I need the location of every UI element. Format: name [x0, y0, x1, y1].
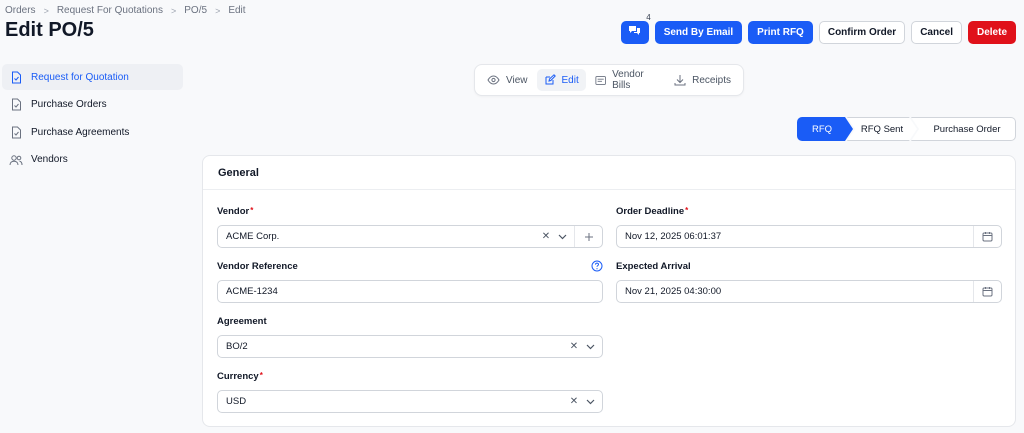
order-deadline-label: Order Deadline — [616, 206, 685, 217]
vendor-reference-label: Vendor Reference — [217, 261, 298, 272]
vendor-reference-value: ACME-1234 — [226, 286, 278, 297]
currency-value: USD — [226, 396, 247, 407]
order-deadline-value: Nov 12, 2025 06:01:37 — [625, 231, 722, 242]
stage-rfq-sent[interactable]: RFQ Sent — [847, 117, 917, 141]
print-rfq-button[interactable]: Print RFQ — [748, 21, 813, 44]
agreement-value: BO/2 — [226, 341, 248, 352]
delete-button[interactable]: Delete — [967, 21, 1016, 44]
sidebar-item-label: Purchase Agreements — [31, 126, 130, 138]
order-deadline-input[interactable]: Nov 12, 2025 06:01:37 — [616, 225, 1002, 248]
status-stages: RFQ RFQ Sent Purchase Order — [797, 117, 1016, 141]
breadcrumb: Orders > Request For Quotations > PO/5 >… — [5, 5, 246, 16]
vendor-reference-field: Vendor Reference ACME-1234 — [217, 260, 603, 303]
agreement-select[interactable]: BO/2 ✕ — [217, 335, 603, 358]
required-marker: * — [250, 206, 254, 215]
page-title: Edit PO/5 — [5, 19, 94, 41]
tab-receipts[interactable]: Receipts — [667, 69, 738, 91]
calendar-icon[interactable] — [973, 226, 1001, 247]
breadcrumb-current: Edit — [228, 5, 246, 16]
stage-purchase-order[interactable]: Purchase Order — [911, 117, 1016, 141]
sidebar-item-label: Request for Quotation — [31, 71, 129, 83]
chevron-down-icon[interactable] — [582, 399, 598, 405]
required-marker: * — [685, 206, 689, 215]
send-by-email-button[interactable]: Send By Email — [654, 21, 743, 44]
users-icon — [9, 153, 23, 167]
vendor-label: Vendor — [217, 206, 250, 217]
chevron-down-icon[interactable] — [582, 344, 598, 350]
chat-button[interactable]: 4 — [620, 13, 651, 44]
sidebar-item-purchase-agreements[interactable]: Purchase Agreements — [2, 119, 183, 145]
tab-label: Receipts — [692, 74, 731, 86]
sidebar: Request for Quotation Purchase Orders Pu… — [2, 64, 183, 174]
agreement-field: Agreement BO/2 ✕ — [217, 316, 603, 358]
header-actions: 4 Send By Email Print RFQ Confirm Order … — [620, 13, 1016, 44]
vendor-value: ACME Corp. — [226, 231, 280, 242]
confirm-order-button[interactable]: Confirm Order — [818, 21, 906, 44]
sidebar-item-request-for-quotation[interactable]: Request for Quotation — [2, 64, 183, 90]
help-icon[interactable] — [591, 260, 603, 275]
plus-icon — [584, 232, 593, 241]
tab-label: View — [506, 74, 528, 86]
chevron-right-icon: > — [171, 5, 177, 16]
chat-icon — [628, 25, 641, 40]
download-icon — [674, 75, 686, 86]
expected-arrival-label: Expected Arrival — [616, 261, 691, 272]
sidebar-item-label: Purchase Orders — [31, 99, 107, 110]
notification-count: 4 — [646, 13, 651, 22]
vendor-field: Vendor * ACME Corp. ✕ — [217, 206, 603, 248]
vendor-select[interactable]: ACME Corp. ✕ — [217, 225, 603, 248]
clear-icon[interactable]: ✕ — [566, 341, 582, 352]
section-title: General — [203, 156, 1015, 190]
edit-icon — [545, 74, 556, 85]
expected-arrival-input[interactable]: Nov 21, 2025 04:30:00 — [616, 280, 1002, 303]
sidebar-item-label: Vendors — [31, 154, 68, 165]
chevron-right-icon: > — [215, 5, 221, 16]
cancel-button[interactable]: Cancel — [911, 21, 962, 44]
document-icon — [9, 70, 23, 84]
document-icon — [9, 98, 23, 112]
currency-label: Currency — [217, 371, 259, 382]
order-deadline-field: Order Deadline * Nov 12, 2025 06:01:37 — [616, 206, 1002, 248]
clear-icon[interactable]: ✕ — [566, 396, 582, 407]
expected-arrival-value: Nov 21, 2025 04:30:00 — [625, 286, 722, 297]
tab-label: Vendor Bills — [612, 69, 644, 91]
add-vendor-button[interactable] — [574, 226, 602, 247]
chevron-right-icon: > — [43, 5, 49, 16]
general-section: General Vendor * ACME Corp. ✕ Order Deadl… — [202, 155, 1016, 427]
required-marker: * — [259, 371, 263, 380]
sidebar-item-purchase-orders[interactable]: Purchase Orders — [2, 92, 183, 118]
sidebar-item-vendors[interactable]: Vendors — [2, 147, 183, 173]
view-tabs: View Edit Vendor Bills Receipts — [474, 64, 744, 96]
chevron-down-icon[interactable] — [554, 234, 570, 240]
stage-rfq[interactable]: RFQ — [797, 117, 853, 141]
tab-vendor-bills[interactable]: Vendor Bills — [588, 69, 665, 91]
breadcrumb-rfqs[interactable]: Request For Quotations — [57, 5, 163, 16]
eye-icon — [487, 75, 500, 85]
clear-icon[interactable]: ✕ — [538, 231, 554, 242]
expected-arrival-field: Expected Arrival Nov 21, 2025 04:30:00 — [616, 261, 1002, 303]
breadcrumb-po[interactable]: PO/5 — [184, 5, 207, 16]
bill-icon — [595, 75, 606, 85]
calendar-icon[interactable] — [973, 281, 1001, 302]
document-icon — [9, 125, 23, 139]
agreement-label: Agreement — [217, 316, 267, 327]
currency-select[interactable]: USD ✕ — [217, 390, 603, 413]
tab-view[interactable]: View — [480, 69, 535, 91]
currency-field: Currency * USD ✕ — [217, 371, 603, 413]
tab-label: Edit — [561, 74, 579, 86]
vendor-reference-input[interactable]: ACME-1234 — [217, 280, 603, 303]
breadcrumb-orders[interactable]: Orders — [5, 5, 36, 16]
tab-edit[interactable]: Edit — [536, 69, 586, 91]
